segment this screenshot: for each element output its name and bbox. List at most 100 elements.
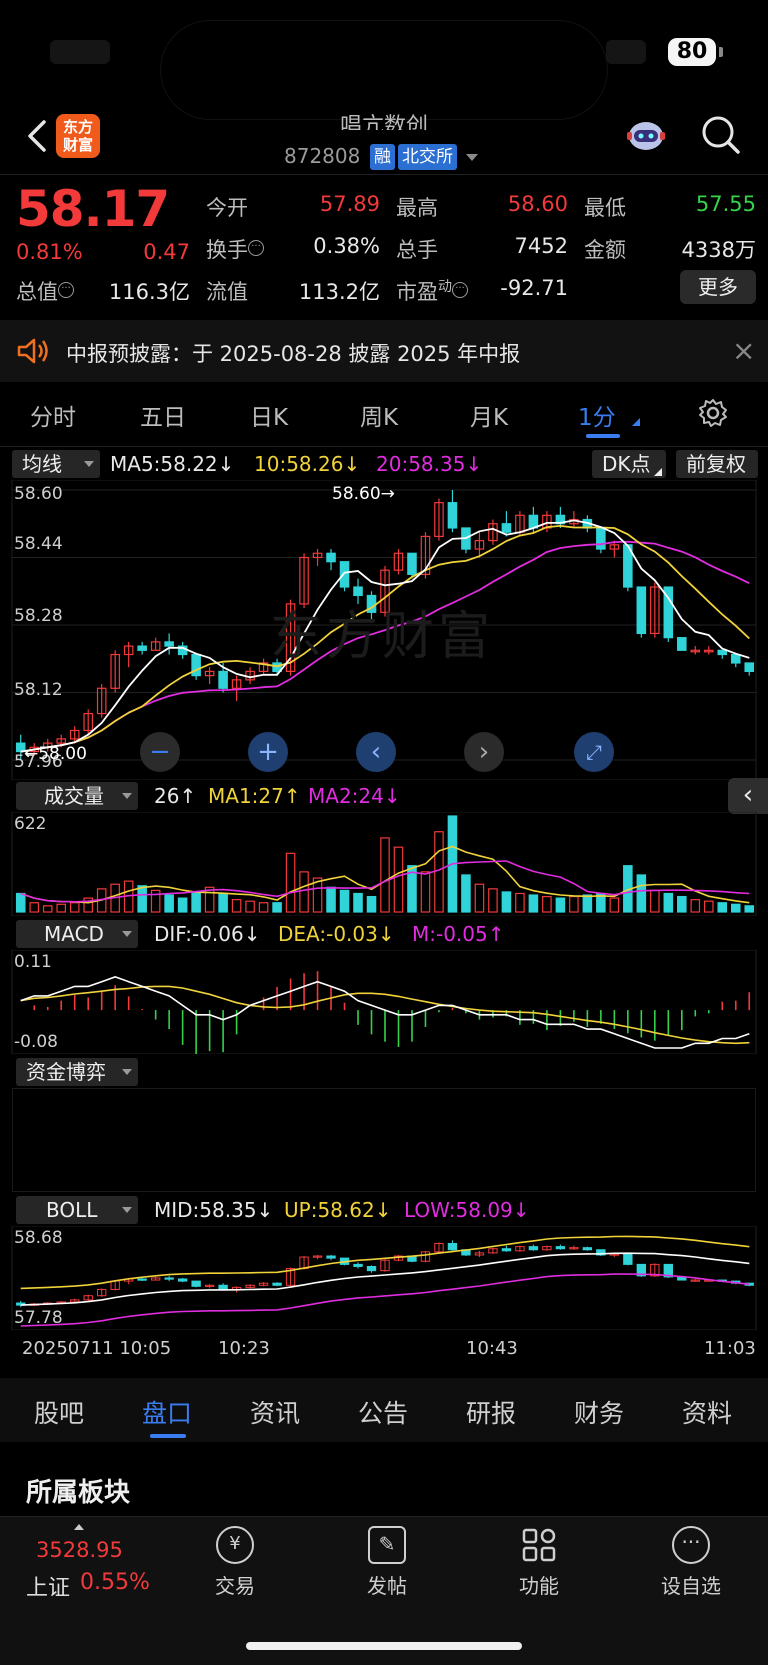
- mktcap-label: 总值 ···: [16, 276, 74, 306]
- nav-post[interactable]: ✎ 发帖: [332, 1526, 442, 1599]
- boll-candle-body: [177, 1278, 188, 1282]
- macd-selector[interactable]: MACD: [16, 920, 138, 948]
- notice-bar[interactable]: 中报预披露：于 2025-08-28 披露 2025 年中报 ×: [0, 320, 768, 382]
- info-icon[interactable]: ···: [248, 240, 264, 256]
- info-icon[interactable]: ···: [452, 282, 468, 298]
- index-value[interactable]: 3528.95: [36, 1538, 123, 1562]
- volume-bar: [380, 837, 390, 913]
- candle-body: [501, 523, 512, 533]
- tab-daily-k[interactable]: 日K: [250, 398, 288, 432]
- tab-guba[interactable]: 股吧: [34, 1394, 84, 1430]
- settings-gear-icon[interactable]: [698, 398, 728, 428]
- volume-ma1: MA1:27↑: [208, 784, 301, 808]
- tab-orderbook-underline: [150, 1434, 186, 1438]
- battery-tip: [719, 47, 723, 57]
- boll-candle-body: [366, 1265, 377, 1272]
- ma-selector[interactable]: 均线: [12, 450, 100, 478]
- tab-news[interactable]: 资讯: [250, 1394, 300, 1430]
- nav-add-watchlist[interactable]: ··· 设自选: [636, 1526, 746, 1599]
- tab-orderbook[interactable]: 盘口: [142, 1394, 192, 1430]
- price-axis-label: 58.28: [14, 606, 63, 626]
- zoom-out-button[interactable]: −: [140, 732, 180, 772]
- tab-announcements[interactable]: 公告: [358, 1394, 408, 1430]
- zoom-in-button[interactable]: +: [248, 732, 288, 772]
- boll-mid: MID:58.35↓: [154, 1198, 274, 1222]
- turnover-label: 换手 ···: [206, 234, 264, 264]
- tab-monthly-k[interactable]: 月K: [470, 398, 508, 432]
- search-icon[interactable]: [700, 114, 742, 156]
- price-axis-label: 58.12: [14, 680, 63, 700]
- pan-left-button[interactable]: ‹: [356, 732, 396, 772]
- volume-bar: [420, 871, 431, 913]
- volume-bar: [15, 892, 26, 913]
- home-indicator: [246, 1642, 522, 1650]
- volume-bar: [339, 889, 350, 913]
- volume-bar: [744, 905, 755, 913]
- volume-bar: [272, 902, 282, 913]
- boll-low-line: [20, 1273, 750, 1327]
- tab-1min[interactable]: 1分: [578, 398, 616, 432]
- candle-body: [677, 637, 687, 651]
- robot-assistant-icon[interactable]: [624, 116, 668, 156]
- tab-finance[interactable]: 财务: [574, 1394, 624, 1430]
- info-icon[interactable]: ···: [58, 282, 74, 298]
- volume-bar: [191, 891, 201, 913]
- volume-bar: [218, 892, 228, 913]
- fullscreen-icon[interactable]: ⤢: [574, 732, 614, 772]
- index-up-arrow-icon: [74, 1524, 84, 1530]
- volume-bar: [488, 888, 498, 913]
- time-axis-label: 20250711 10:05: [22, 1338, 172, 1359]
- pan-right-button[interactable]: ›: [464, 732, 504, 772]
- pe-value: -92.71: [500, 276, 568, 300]
- amount-value: 4338万: [681, 238, 756, 262]
- more-button[interactable]: 更多: [680, 270, 756, 304]
- volume-bar: [42, 905, 53, 913]
- tab-research[interactable]: 研报: [466, 1394, 516, 1430]
- adjust-button[interactable]: 前复权: [676, 450, 758, 478]
- index-name[interactable]: 上证: [26, 1570, 70, 1602]
- volume-chart[interactable]: [0, 812, 768, 916]
- margin-tag: 融: [370, 144, 395, 170]
- fund-selector[interactable]: 资金博弈: [16, 1058, 138, 1086]
- notice-text: 中报预披露：于 2025-08-28 披露 2025 年中报: [66, 342, 521, 366]
- switch-chevron-icon[interactable]: [466, 154, 478, 161]
- volume-bar: [677, 895, 687, 913]
- tab-intraday[interactable]: 分时: [30, 398, 76, 432]
- boll-candle-body: [501, 1248, 512, 1252]
- close-icon[interactable]: ×: [732, 334, 755, 367]
- high-price-mark: 58.60→: [332, 484, 395, 504]
- collapse-left-icon[interactable]: ‹: [728, 778, 768, 814]
- logo-text-2: 财富: [62, 136, 93, 154]
- nav-trade[interactable]: ¥ 交易: [180, 1526, 290, 1599]
- pe-label-text: 市盈: [396, 280, 438, 304]
- tab-weekly-k[interactable]: 周K: [360, 398, 398, 432]
- boll-chart[interactable]: [0, 1226, 768, 1330]
- candle-body: [744, 662, 755, 673]
- volume-selector[interactable]: 成交量: [16, 782, 138, 810]
- macd-chart[interactable]: [0, 950, 768, 1054]
- pe-label: 市盈动 ···: [396, 276, 468, 306]
- volume-bar: [56, 903, 67, 913]
- mktcap-value: 116.3亿: [108, 280, 190, 304]
- chart-frame: [11, 1226, 757, 1330]
- battery-icon: 80: [668, 38, 716, 66]
- index-percent[interactable]: 0.55%: [80, 1570, 150, 1595]
- price-axis-label: 58.60: [14, 484, 63, 504]
- volume-bar: [663, 892, 674, 913]
- ma-selector-label: 均线: [22, 452, 62, 476]
- nav-functions[interactable]: 功能: [484, 1526, 594, 1599]
- mktcap-label-text: 总值: [16, 280, 58, 304]
- candle-body: [636, 586, 647, 635]
- tab-profile[interactable]: 资料: [682, 1394, 732, 1430]
- candle-body: [447, 502, 458, 529]
- volume-bar: [177, 897, 188, 913]
- volume-bar: [137, 885, 147, 913]
- boll-selector[interactable]: BOLL: [16, 1196, 138, 1224]
- chevron-down-icon: [122, 931, 132, 937]
- tab-dropdown-icon[interactable]: [632, 418, 640, 426]
- tab-five-day[interactable]: 五日: [140, 398, 186, 432]
- candle-body: [407, 552, 417, 575]
- volume-bar: [703, 900, 714, 913]
- macd-selector-label: MACD: [44, 922, 104, 946]
- boll-up: UP:58.62↓: [284, 1198, 392, 1222]
